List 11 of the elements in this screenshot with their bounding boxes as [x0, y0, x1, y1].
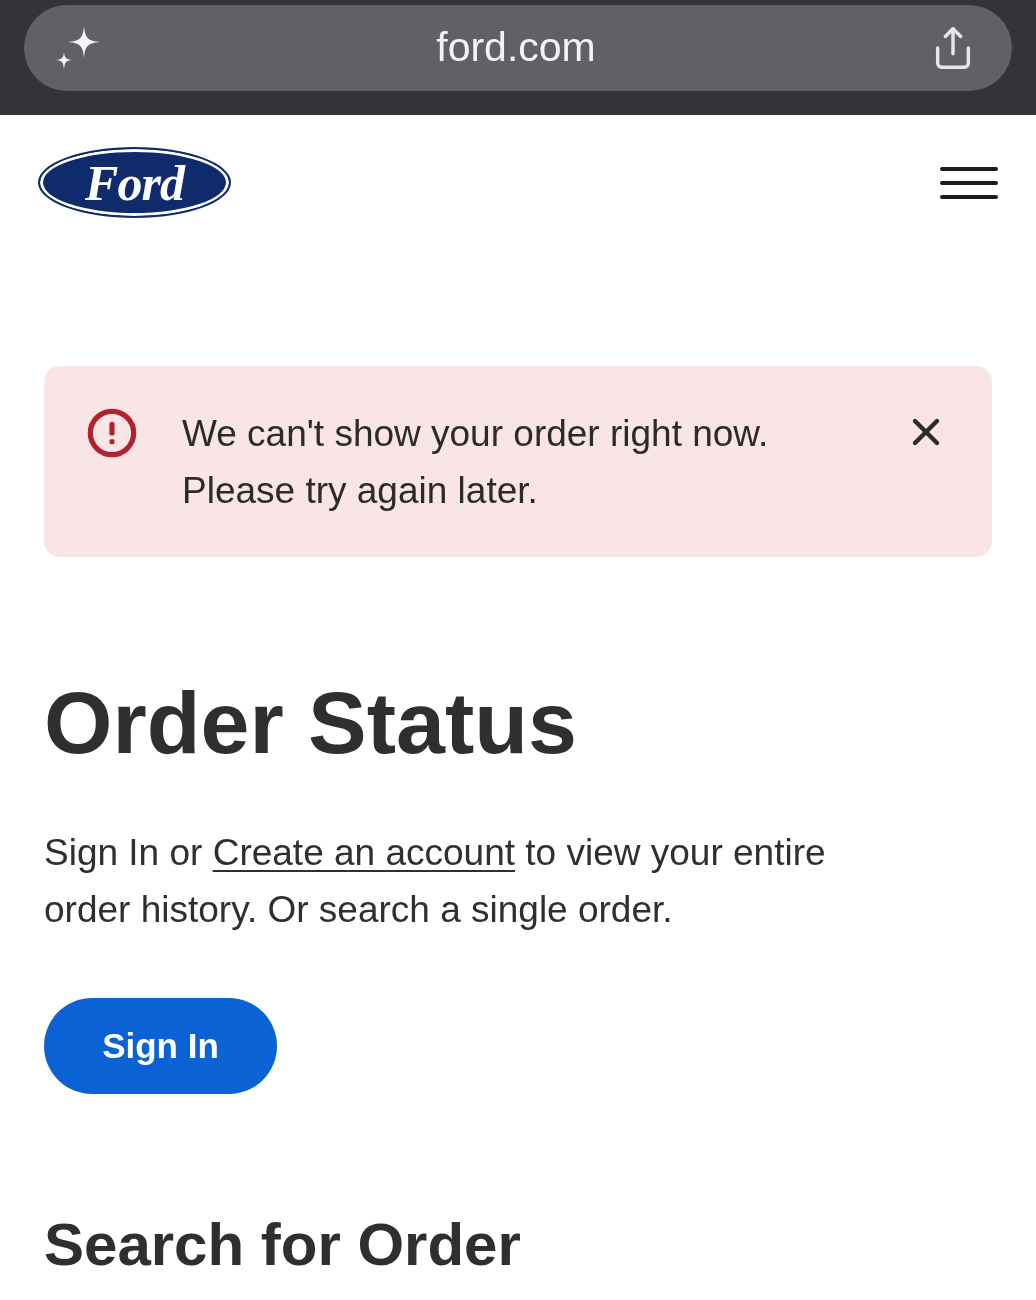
sign-in-button[interactable]: Sign In: [44, 997, 277, 1094]
logo[interactable]: Ford: [38, 147, 231, 218]
create-account-link[interactable]: Create an account: [212, 831, 515, 873]
url-text[interactable]: ford.com: [436, 23, 596, 73]
alert-message: We can't show your order right now. Please try again later.: [182, 412, 770, 513]
page-title: Order Status: [44, 675, 578, 772]
section-title: Search for Order: [44, 1211, 521, 1278]
intro-text: Sign In or Create an account to view your entire order history. Or search a single order.: [44, 830, 827, 932]
menu-icon[interactable]: [940, 166, 998, 199]
address-bar[interactable]: ford.com: [24, 5, 1012, 91]
alert-icon: [86, 407, 138, 459]
